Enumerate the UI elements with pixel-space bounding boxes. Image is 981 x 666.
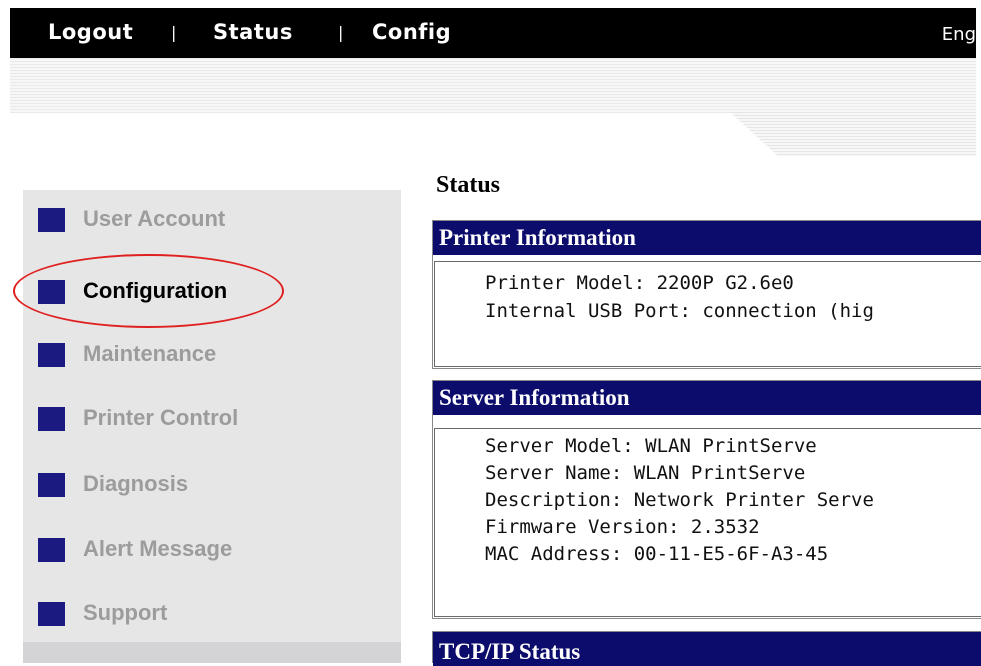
sidebar-item-label: Alert Message [83, 536, 233, 561]
top-nav-bar: Logout | Status | Config Eng [10, 8, 976, 58]
info-line: Printer Model: 2200P G2.6e0 [485, 272, 794, 294]
info-line: Description: Network Printer Serve [485, 489, 874, 511]
panel-body: Printer Model: 2200P G2.6e0 Internal USB… [434, 261, 981, 367]
menu-square-icon [38, 208, 65, 232]
menu-square-icon [38, 407, 65, 431]
nav-separator: | [338, 23, 344, 42]
info-line: Firmware Version: 2.3532 [485, 516, 760, 538]
menu-square-icon [38, 602, 65, 626]
tcpip-status-panel: TCP/IP Status [432, 631, 981, 666]
info-line: Server Model: WLAN PrintServe [485, 435, 817, 457]
info-line: Internal USB Port: connection (hig [485, 300, 874, 322]
sidebar-item-label: Maintenance [83, 341, 217, 366]
sidebar-item-label: User Account [83, 206, 226, 231]
server-information-panel: Server Information Server Model: WLAN Pr… [432, 380, 981, 619]
info-line: MAC Address: 00-11-E5-6F-A3-45 [485, 543, 829, 565]
sidebar-item-label: Printer Control [83, 405, 239, 430]
panel-header: TCP/IP Status [433, 632, 981, 666]
menu-square-icon [38, 343, 65, 367]
sidebar-item-label: Diagnosis [83, 471, 189, 496]
highlight-circle-annotation [13, 254, 284, 328]
header-band-tail [730, 112, 976, 156]
printer-information-panel: Printer Information Printer Model: 2200P… [432, 220, 981, 369]
nav-separator: | [171, 23, 177, 42]
status-link[interactable]: Status [213, 20, 293, 44]
config-link[interactable]: Config [372, 20, 451, 44]
panel-body: Server Model: WLAN PrintServe Server Nam… [434, 428, 981, 617]
sidebar-footer-strip [23, 642, 401, 663]
logout-link[interactable]: Logout [48, 20, 133, 44]
header-band [10, 58, 976, 113]
panel-header: Server Information [433, 381, 981, 415]
page-title: Status [436, 172, 501, 198]
panel-header: Printer Information [433, 221, 981, 255]
language-selector[interactable]: Eng [942, 24, 976, 45]
sidebar-item-label: Support [83, 600, 168, 625]
menu-square-icon [38, 538, 65, 562]
menu-square-icon [38, 473, 65, 497]
info-line: Server Name: WLAN PrintServe [485, 462, 806, 484]
